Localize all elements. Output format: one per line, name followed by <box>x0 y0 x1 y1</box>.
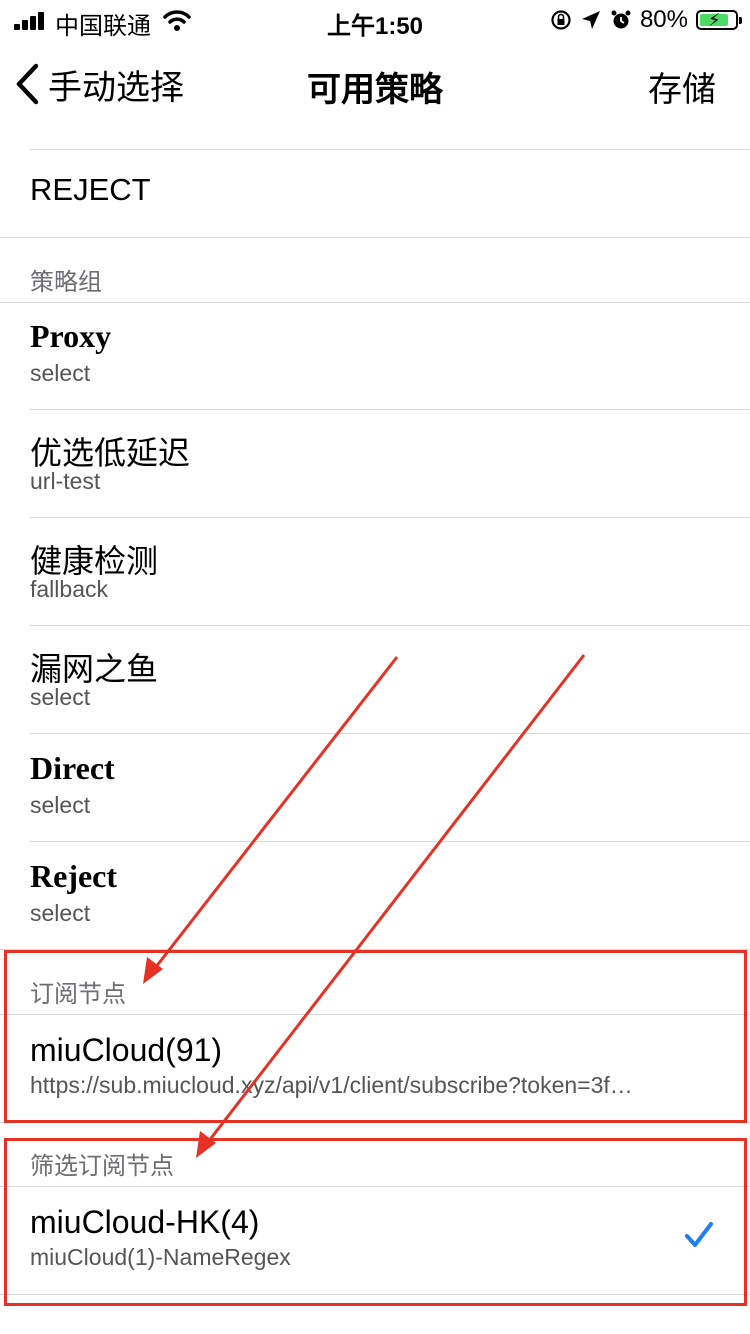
battery-percent: 80% <box>639 6 688 33</box>
annotation-box-filtered <box>4 1138 747 1306</box>
rotation-lock-icon <box>551 10 571 30</box>
policy-type: select <box>30 792 91 818</box>
status-bar: 中国联通 上午1:50 80% ⚡ <box>0 0 750 40</box>
policy-item-proxy[interactable]: Proxy select <box>0 302 750 410</box>
policy-type: select <box>30 360 91 386</box>
battery-icon: ⚡ <box>696 10 742 30</box>
save-button[interactable]: 存储 <box>648 62 716 111</box>
page-title: 可用策略 <box>307 71 443 109</box>
policy-type: select <box>30 684 91 710</box>
divider <box>30 149 750 150</box>
reject-policy-item[interactable]: REJECT <box>30 172 151 208</box>
annotation-box-subscription <box>4 950 747 1123</box>
alarm-icon <box>611 10 631 29</box>
policy-type: url-test <box>30 468 101 494</box>
policy-type: select <box>30 900 91 926</box>
policy-type: fallback <box>30 576 108 602</box>
divider <box>0 237 750 238</box>
location-arrow-icon <box>581 11 600 29</box>
policy-name: Direct <box>30 750 115 786</box>
policy-group-header: 策略组 <box>30 269 102 296</box>
policy-item-final[interactable]: 漏网之鱼 select <box>0 626 750 734</box>
policy-item-reject[interactable]: Reject select <box>0 842 750 950</box>
policy-name: Reject <box>30 858 118 894</box>
policy-name: Proxy <box>30 318 112 354</box>
policy-item-fallback[interactable]: 健康检测 fallback <box>0 518 750 626</box>
policy-item-direct[interactable]: Direct select <box>0 734 750 842</box>
navigation-bar: 手动选择 可用策略 存储 <box>0 40 750 128</box>
policy-item-url-test[interactable]: 优选低延迟 url-test <box>0 410 750 518</box>
